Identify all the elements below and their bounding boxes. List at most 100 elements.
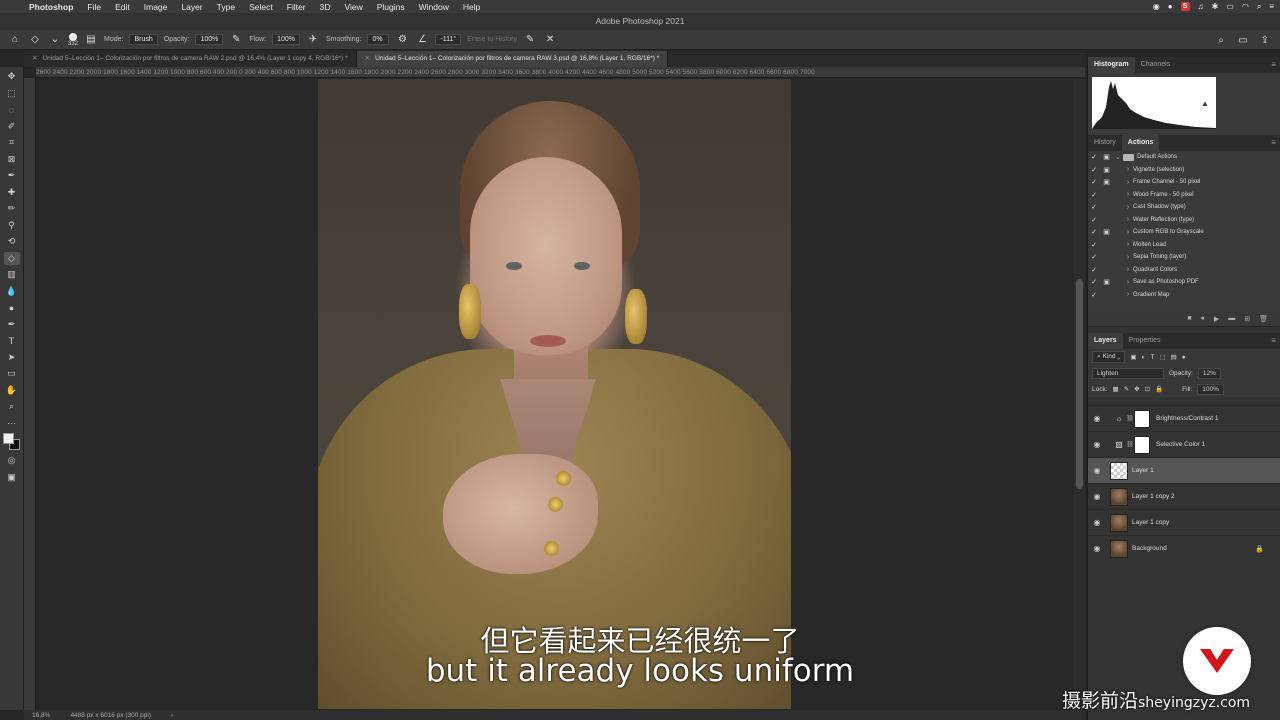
- filter-toggle-icon[interactable]: ●: [1182, 354, 1186, 361]
- layer-name[interactable]: Brightness/Contrast 1: [1156, 415, 1219, 422]
- layer-row[interactable]: ◉ Layer 1 copy 2: [1088, 483, 1280, 509]
- menu-plugins[interactable]: Plugins: [370, 2, 412, 12]
- trash-icon[interactable]: 🗑: [1259, 315, 1268, 323]
- action-row[interactable]: ✓ ▣ › Frame Channel - 50 pixel: [1088, 176, 1280, 189]
- eyedropper-tool-icon[interactable]: ✒: [4, 169, 20, 183]
- action-row[interactable]: ✓ › Quadrant Colors: [1088, 264, 1280, 277]
- lock-pixels-icon[interactable]: ✎: [1124, 385, 1129, 393]
- layer-name[interactable]: Selective Color 1: [1156, 441, 1205, 448]
- action-row[interactable]: ✓ ▣ › Save as Photoshop PDF: [1088, 276, 1280, 289]
- search-icon[interactable]: ⌕: [1257, 2, 1261, 12]
- wifi-icon[interactable]: ◠: [1242, 2, 1249, 11]
- chevron-right-icon[interactable]: ›: [1123, 229, 1133, 236]
- lasso-tool-icon[interactable]: ◌: [4, 103, 20, 117]
- pen-tool-icon[interactable]: ✒: [4, 318, 20, 332]
- link-icon[interactable]: ⛓: [1126, 415, 1134, 422]
- type-tool-icon[interactable]: T: [4, 334, 20, 348]
- control-center-icon[interactable]: ≡: [1269, 2, 1274, 11]
- dodge-tool-icon[interactable]: ●: [4, 301, 20, 315]
- quick-mask-icon[interactable]: ◎: [4, 454, 20, 468]
- layer-row[interactable]: ◉ ☼ ⛓ Brightness/Contrast 1: [1088, 405, 1280, 431]
- panel-menu-icon[interactable]: ≡: [1271, 57, 1276, 73]
- check-icon[interactable]: ✓: [1088, 228, 1100, 236]
- lock-transparent-icon[interactable]: ▦: [1113, 385, 1119, 393]
- layer-mask-thumbnail[interactable]: [1134, 435, 1150, 454]
- layer-mask-thumbnail[interactable]: [1134, 409, 1150, 428]
- check-icon[interactable]: ✓: [1088, 266, 1100, 274]
- healing-tool-icon[interactable]: ✚: [4, 186, 20, 200]
- color-swatches[interactable]: [2, 433, 21, 451]
- history-brush-tool-icon[interactable]: ⟲: [4, 235, 20, 249]
- lock-all-icon[interactable]: 🔒: [1155, 385, 1163, 393]
- move-tool-icon[interactable]: ✥: [4, 70, 20, 84]
- menu-image[interactable]: Image: [137, 2, 175, 12]
- fill-field[interactable]: 100%: [1197, 383, 1224, 395]
- play-icon[interactable]: ▶: [1214, 315, 1219, 323]
- chevron-right-icon[interactable]: ›: [1123, 254, 1133, 261]
- vertical-ruler[interactable]: [24, 78, 36, 710]
- stop-icon[interactable]: ■: [1187, 315, 1191, 322]
- smoothing-field[interactable]: 0%: [367, 34, 390, 45]
- flow-field[interactable]: 100%: [272, 34, 301, 45]
- status-arrow-icon[interactable]: ›: [171, 712, 173, 719]
- kind-filter-select[interactable]: ⌕ Kind ⌄: [1092, 351, 1126, 363]
- hand-tool-icon[interactable]: ✋: [4, 384, 20, 398]
- layer-row[interactable]: ◉ Layer 1 copy: [1088, 509, 1280, 535]
- layer-opacity-field[interactable]: 12%: [1197, 367, 1221, 379]
- action-row[interactable]: ✓ › Sepia Toning (layer): [1088, 251, 1280, 264]
- dialog-toggle-icon[interactable]: ▣: [1100, 166, 1113, 174]
- panel-menu-icon[interactable]: ≡: [1271, 333, 1276, 349]
- layer-name[interactable]: Layer 1: [1132, 467, 1154, 474]
- close-icon[interactable]: ✕: [32, 55, 37, 62]
- chevron-right-icon[interactable]: ›: [1123, 216, 1133, 223]
- action-row[interactable]: ✓ ▣ › Vignette (selection): [1088, 164, 1280, 177]
- layer-row[interactable]: ◉ ▧ ⛓ Selective Color 1: [1088, 431, 1280, 457]
- blend-mode-select[interactable]: Lighten: [1092, 367, 1164, 379]
- action-row[interactable]: ✓ ▣ ⌄ Default Actions: [1088, 151, 1280, 164]
- screen-mode-icon[interactable]: ▣: [4, 471, 20, 485]
- new-set-icon[interactable]: ▬: [1228, 315, 1235, 322]
- frame-tool-icon[interactable]: ⊠: [4, 153, 20, 167]
- tab-histogram[interactable]: Histogram: [1088, 57, 1135, 73]
- opacity-field[interactable]: 100%: [195, 34, 224, 45]
- dialog-toggle-icon[interactable]: ▣: [1100, 228, 1113, 236]
- warning-icon[interactable]: ▲: [1201, 99, 1209, 108]
- menu-edit[interactable]: Edit: [108, 2, 137, 12]
- circle-icon[interactable]: ●: [1168, 2, 1173, 11]
- tab-document-2[interactable]: ✕ Unidad 5–Lección 1– Colorización por fi…: [24, 51, 357, 67]
- filter-type-icon[interactable]: T: [1150, 354, 1154, 361]
- layer-name[interactable]: Layer 1 copy: [1132, 519, 1169, 526]
- menu-file[interactable]: File: [80, 2, 108, 12]
- workspace-icon[interactable]: ▭: [1236, 33, 1250, 47]
- chevron-right-icon[interactable]: ›: [1123, 166, 1133, 173]
- lock-artboard-icon[interactable]: ⊡: [1145, 385, 1150, 393]
- filter-pixel-icon[interactable]: ▣: [1130, 353, 1136, 361]
- eye-icon[interactable]: ◉: [1088, 440, 1106, 449]
- menu-window[interactable]: Window: [412, 2, 456, 12]
- zoom-tool-icon[interactable]: ⌕: [4, 400, 20, 414]
- chevron-right-icon[interactable]: ›: [1123, 241, 1133, 248]
- record-icon[interactable]: ◉: [1153, 2, 1160, 11]
- pressure-opacity-icon[interactable]: ✎: [229, 33, 243, 47]
- menu-layer[interactable]: Layer: [174, 2, 209, 12]
- eye-icon[interactable]: ◉: [1088, 544, 1106, 553]
- menu-3d[interactable]: 3D: [313, 2, 338, 12]
- clone-stamp-tool-icon[interactable]: ⚲: [4, 219, 20, 233]
- blur-tool-icon[interactable]: 💧: [4, 285, 20, 299]
- layer-thumbnail[interactable]: [1110, 513, 1128, 532]
- filter-adjustment-icon[interactable]: ◐: [1142, 354, 1146, 361]
- menu-view[interactable]: View: [337, 2, 369, 12]
- eye-icon[interactable]: ◉: [1088, 466, 1106, 475]
- menu-filter[interactable]: Filter: [280, 2, 313, 12]
- check-icon[interactable]: ✓: [1088, 166, 1100, 174]
- tab-channels[interactable]: Channels: [1135, 57, 1177, 73]
- check-icon[interactable]: ✓: [1088, 178, 1100, 186]
- eraser-tool-icon[interactable]: ◇: [3, 251, 20, 265]
- filter-smart-object-icon[interactable]: ▤: [1171, 353, 1177, 361]
- layer-name[interactable]: Layer 1 copy 2: [1132, 493, 1175, 500]
- horizontal-ruler[interactable]: 2600 2400 2200 2000 1800 1600 1400 1200 …: [36, 67, 1085, 78]
- new-action-icon[interactable]: ⊞: [1244, 315, 1250, 323]
- chevron-right-icon[interactable]: ›: [1123, 204, 1133, 211]
- check-icon[interactable]: ✓: [1088, 253, 1100, 261]
- layer-name[interactable]: Background: [1132, 545, 1167, 552]
